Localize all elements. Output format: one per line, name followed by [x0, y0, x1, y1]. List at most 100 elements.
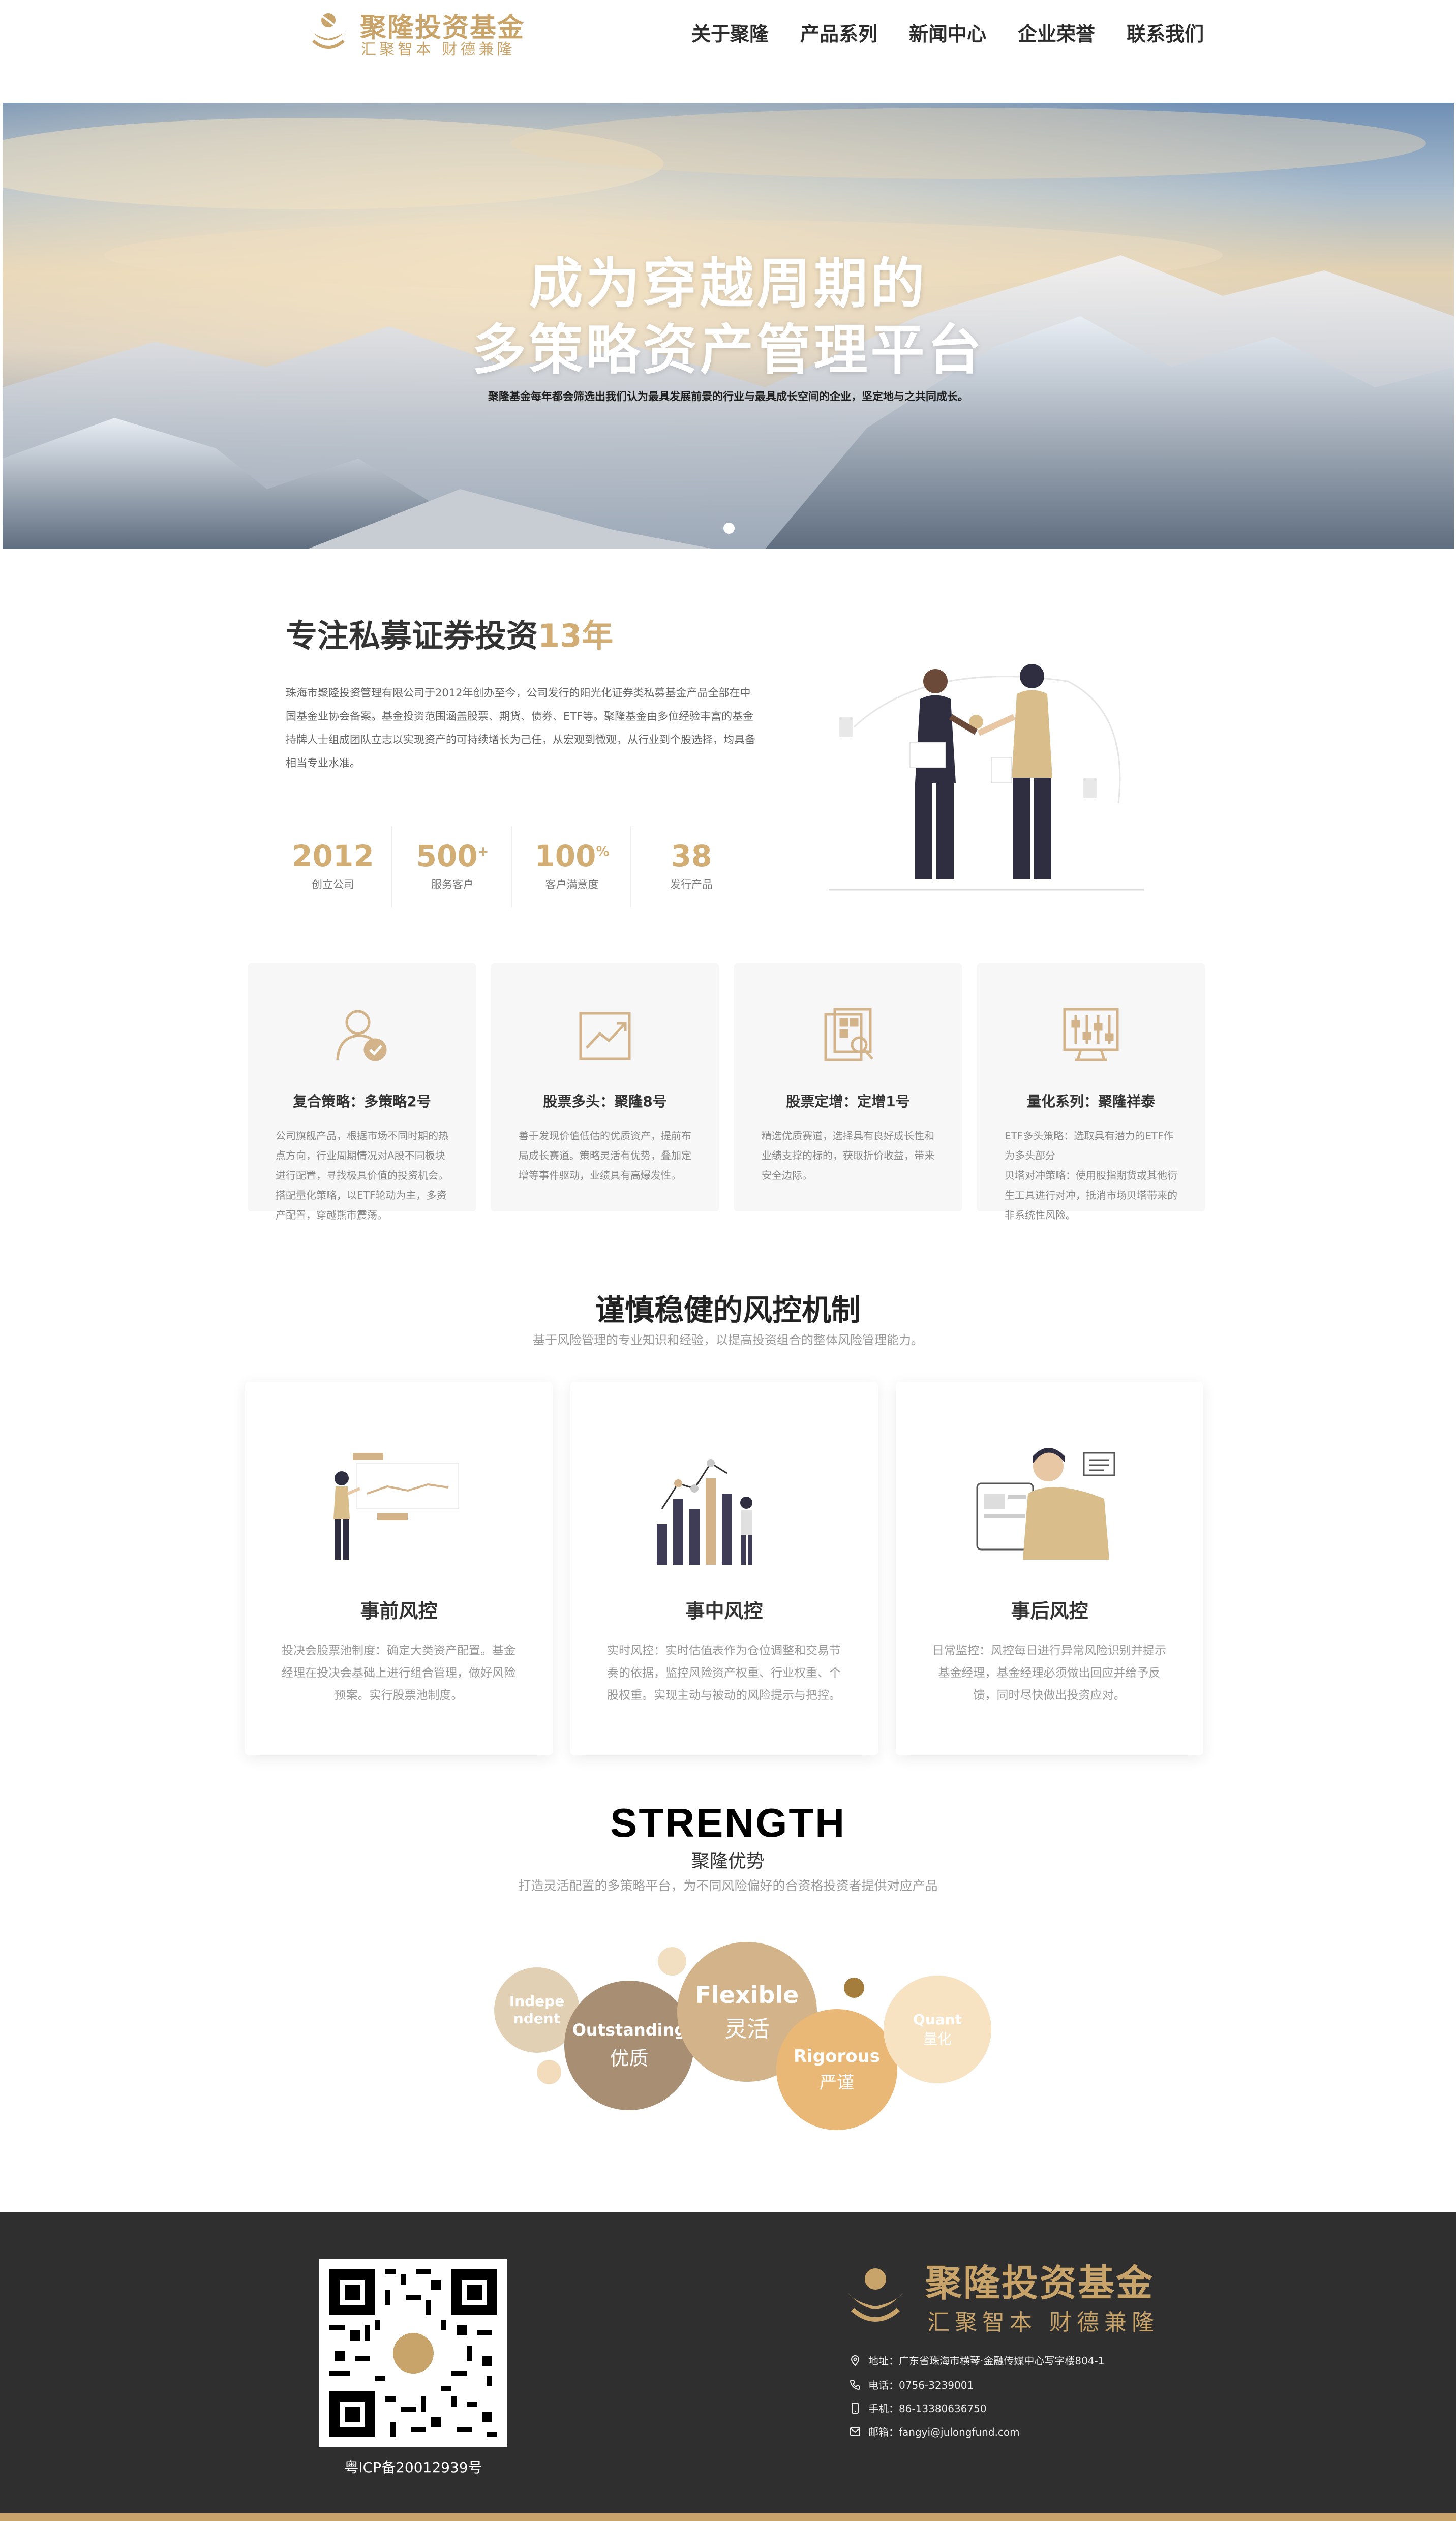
- product-card-private-placement[interactable]: 股票定增：定增1号 精选优质赛道，选择具有良好成长性和业绩支撑的标的，获取折价收…: [734, 963, 962, 1211]
- contact-email: 邮箱：fangyi@julongfund.com: [849, 2424, 1020, 2439]
- bubble-cn: 优质: [610, 2047, 649, 2070]
- risk-card-during[interactable]: 事中风控 实时风控：实时估值表作为仓位调整和交易节奏的依据，监控风险资产权重、行…: [570, 1382, 878, 1755]
- stat-value: 500: [416, 839, 478, 873]
- icp-license[interactable]: 粤ICP备20012939号: [319, 2456, 507, 2477]
- contact-phone-text: 电话：0756-3239001: [868, 2379, 974, 2391]
- contact-address-text: 地址：广东省珠海市横琴·金融传媒中心写字楼804-1: [868, 2355, 1105, 2367]
- bubble-outstanding: Outstanding 优质: [564, 1981, 694, 2110]
- product-card-quant[interactable]: 量化系列：聚隆祥泰 ETF多头策略：选取具有潜力的ETF作为多头部分 贝塔对冲策…: [977, 963, 1205, 1221]
- main-nav: 关于聚隆 产品系列 新闻中心 企业荣誉 联系我们: [691, 18, 1204, 46]
- monitor-review-illustration: [976, 1448, 1115, 1560]
- risk-card-title: 事前风控: [360, 1600, 438, 1622]
- stat-value: 100: [534, 839, 596, 873]
- stat-label: 服务客户: [431, 878, 474, 891]
- phone-icon: [850, 2379, 860, 2390]
- user-check-icon: [331, 1004, 392, 1067]
- stat-label: 客户满意度: [545, 878, 599, 891]
- risk-card-pre[interactable]: 事前风控 投决会股票池制度：确定大类资产配置。基金经理在投决会基础上进行组合管理…: [245, 1382, 553, 1755]
- bubble-cn: 灵活: [724, 2016, 770, 2042]
- stat-suffix: +: [477, 844, 489, 860]
- stat-value: 38: [671, 839, 712, 873]
- risk-card-title: 事中风控: [685, 1600, 763, 1622]
- bubble-en: Outstanding: [572, 2020, 686, 2040]
- stat-divider: [391, 826, 392, 907]
- nav-products[interactable]: 产品系列: [800, 18, 877, 46]
- product-title: 股票定增：定增1号: [786, 1093, 910, 1110]
- bubble-en: Indepe ndent: [509, 1993, 565, 2027]
- hero-subtitle: 聚隆基金每年都会筛选出我们认为最具发展前景的行业与最具成长空间的企业，坚定地与之…: [488, 390, 968, 403]
- stat-divider: [511, 826, 512, 907]
- about-title-years: 13年: [538, 617, 614, 654]
- strength-title: STRENGTH: [610, 1800, 846, 1845]
- deco-bubble: [537, 2060, 561, 2084]
- bubble-cn: 量化: [923, 2030, 952, 2047]
- document-search-icon: [817, 1004, 878, 1067]
- contact-mobile-text: 手机：86-13380636750: [868, 2403, 987, 2415]
- bar-chart-illustration: [657, 1459, 752, 1565]
- contact-mobile: 手机：86-13380636750: [849, 2401, 987, 2415]
- bubble-en: Flexible: [695, 1981, 799, 2009]
- bubble-en: Rigorous: [793, 2046, 881, 2067]
- risk-card-desc: 日常监控：风控每日进行异常风险识别并提示基金经理，基金经理必须做出回应并给予反馈…: [932, 1644, 1166, 1702]
- bubble-rigorous: Rigorous 严谨: [776, 2009, 897, 2130]
- risk-section-subtitle: 基于风险管理的专业知识和经验，以提高投资组合的整体风险管理能力。: [533, 1333, 923, 1347]
- about-paragraph: 珠海市聚隆投资管理有限公司于2012年创办至今，公司发行的阳光化证券类私募基金产…: [286, 687, 755, 769]
- product-title: 量化系列：聚隆祥泰: [1026, 1093, 1155, 1110]
- chart-trend-icon: [574, 1004, 635, 1067]
- nav-contact[interactable]: 联系我们: [1127, 18, 1204, 46]
- risk-card-title: 事后风控: [1011, 1600, 1088, 1622]
- stat-satisfaction: 100% 客户满意度: [513, 839, 630, 892]
- logo-slogan: 汇聚智本 财德兼隆: [361, 41, 515, 58]
- carousel-dot[interactable]: [723, 523, 735, 534]
- nav-news[interactable]: 新闻中心: [909, 18, 986, 46]
- equalizer-monitor-icon: [1060, 1004, 1121, 1067]
- contact-phone: 电话：0756-3239001: [849, 2377, 974, 2392]
- about-title-main: 专注私募证券投资: [286, 617, 538, 654]
- contact-address: 地址：广东省珠海市横琴·金融传媒中心写字楼804-1: [849, 2353, 1104, 2367]
- mobile-phone-icon: [852, 2402, 859, 2414]
- location-pin-icon: [851, 2355, 860, 2366]
- mail-icon: [850, 2427, 860, 2436]
- product-card-equity-long[interactable]: 股票多头：聚隆8号 善于发现价值低估的优质资产，提前布局成长赛道。策略灵活有优势…: [491, 963, 719, 1211]
- hero-banner: 成为穿越周期的 多策略资产管理平台 聚隆基金每年都会筛选出我们认为最具发展前景的…: [3, 103, 1454, 549]
- logo-mark-icon[interactable]: [303, 5, 354, 58]
- footer-accent-line: [0, 2513, 1456, 2521]
- stat-label: 创立公司: [312, 878, 354, 891]
- product-title: 复合策略：多策略2号: [293, 1093, 431, 1110]
- risk-card-desc: 实时风控：实时估值表作为仓位调整和交易节奏的依据，监控风险资产权重、行业权重、个…: [607, 1644, 841, 1702]
- strength-subtitle: 打造灵活配置的多策略平台，为不同风险偏好的合资格投资者提供对应产品: [518, 1878, 938, 1893]
- stat-divider: [630, 826, 631, 907]
- product-desc: ETF多头策略：选取具有潜力的ETF作为多头部分 贝塔对冲策略：使用股指期货或其…: [1005, 1130, 1177, 1221]
- stat-suffix: %: [596, 844, 610, 860]
- bubble-en: Quant: [913, 2011, 962, 2028]
- hero-title-line2: 多策略资产管理平台: [472, 319, 985, 381]
- nav-honors[interactable]: 企业荣誉: [1018, 18, 1095, 46]
- product-desc: 公司旗舰产品，根据市场不同时期的热点方向，行业周期情况对A股不同板块进行配置，寻…: [276, 1130, 448, 1221]
- product-title: 股票多头：聚隆8号: [543, 1093, 667, 1110]
- bubble-quant: Quant 量化: [884, 1976, 991, 2083]
- product-desc: 精选优质赛道，选择具有良好成长性和业绩支撑的标的，获取折价收益，带来安全边际。: [762, 1130, 934, 1181]
- handshake-illustration: [824, 651, 1149, 897]
- stat-label: 发行产品: [670, 878, 713, 891]
- contact-email-text[interactable]: 邮箱：fangyi@julongfund.com: [868, 2424, 1020, 2439]
- about-title: 专注私募证券投资13年: [286, 610, 613, 656]
- nav-about[interactable]: 关于聚隆: [691, 18, 769, 46]
- stat-founded: 2012 创立公司: [275, 839, 391, 892]
- stat-value: 2012: [292, 839, 374, 873]
- bubble-cn: 严谨: [820, 2072, 854, 2093]
- risk-card-post[interactable]: 事后风控 日常监控：风控每日进行异常风险识别并提示基金经理，基金经理必须做出回应…: [896, 1382, 1203, 1755]
- risk-section-title: 谨慎稳健的风控机制: [595, 1293, 861, 1327]
- presentation-illustration: [333, 1453, 459, 1560]
- stat-products: 38 发行产品: [633, 839, 750, 892]
- deco-bubble: [658, 1947, 686, 1976]
- product-desc: 善于发现价值低估的优质资产，提前布局成长赛道。策略灵活有优势，叠加定增等事件驱动…: [519, 1130, 691, 1181]
- footer: [0, 2212, 1456, 2521]
- footer-logo-mark-icon: [835, 2256, 916, 2334]
- deco-bubble: [844, 1978, 864, 1998]
- footer-logo-slogan: 汇聚智本 财德兼隆: [927, 2310, 1159, 2335]
- strength-title-cn: 聚隆优势: [691, 1851, 765, 1872]
- risk-card-desc: 投决会股票池制度：确定大类资产配置。基金经理在投决会基础上进行组合管理，做好风险…: [282, 1644, 515, 1702]
- footer-logo-title: 聚隆投资基金: [925, 2262, 1155, 2304]
- product-card-multi-strategy[interactable]: 复合策略：多策略2号 公司旗舰产品，根据市场不同时期的热点方向，行业周期情况对A…: [248, 963, 476, 1221]
- qr-code-image: [319, 2259, 507, 2447]
